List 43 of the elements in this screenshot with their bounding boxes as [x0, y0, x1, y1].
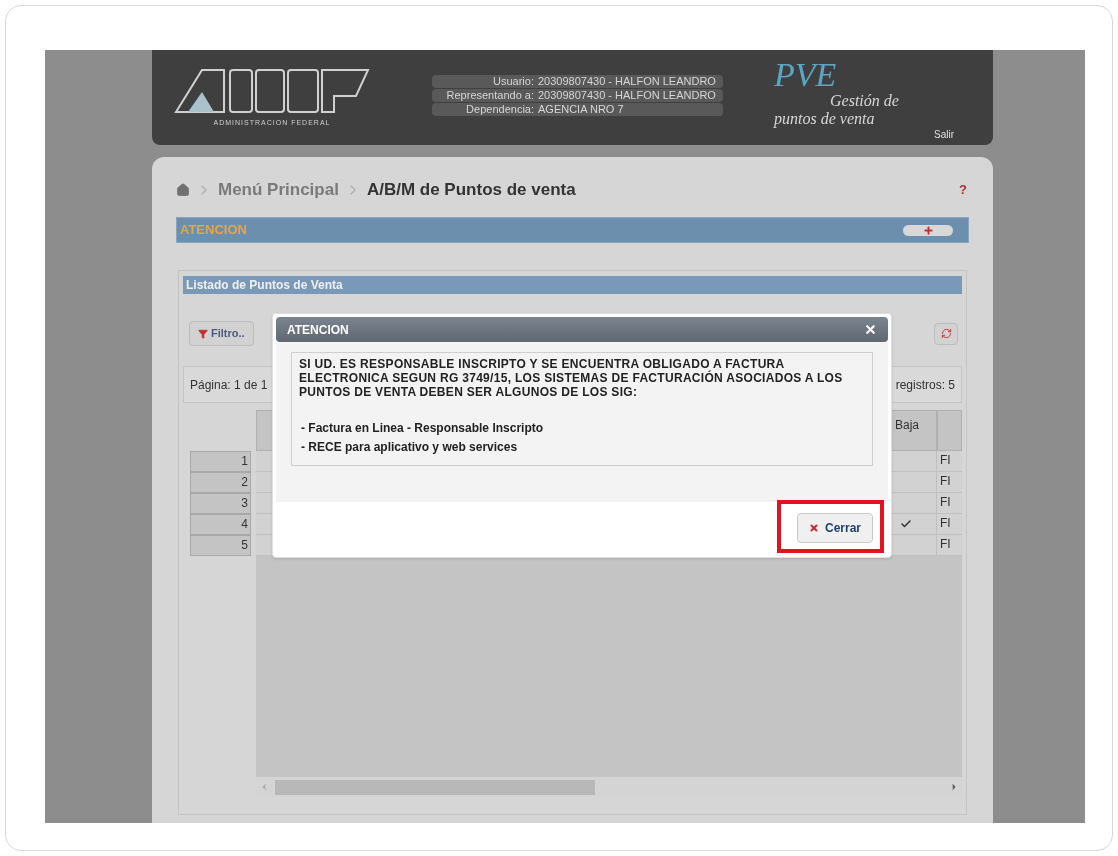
- scroll-right-icon[interactable]: [949, 782, 959, 792]
- table-cell-text: FI: [939, 515, 952, 532]
- info-value: AGENCIA NRO 7: [538, 103, 624, 116]
- app-subtitle: Gestión de: [829, 92, 900, 110]
- logout-link[interactable]: Salir: [934, 127, 954, 142]
- close-icon[interactable]: [864, 323, 877, 336]
- row-number: 5: [190, 535, 251, 556]
- info-value: 20309807430 - HALFON LEANDRO: [538, 89, 716, 102]
- row-number: 4: [190, 514, 251, 535]
- help-link[interactable]: ?: [959, 180, 967, 200]
- page-title: A/B/M de Puntos de venta: [366, 179, 576, 202]
- table-cell-text: FI: [939, 473, 952, 490]
- dialog-title: ATENCION: [287, 321, 349, 339]
- breadcrumb-link[interactable]: Menú Principal: [218, 177, 339, 203]
- app-subtitle: puntos de venta: [774, 110, 876, 128]
- notice-title: ATENCION: [180, 221, 247, 240]
- list-item: - RECE para aplicativo y web services: [301, 440, 519, 454]
- listing-title: Listado de Puntos de Venta: [186, 277, 343, 294]
- table-cell-text: FI: [939, 494, 952, 511]
- table-cell-text: FI: [939, 536, 952, 553]
- list-item: - Factura en Linea - Responsable Inscripto: [301, 421, 545, 435]
- logo-icon: [174, 68, 370, 114]
- info-label: Usuario:: [492, 75, 535, 88]
- row-number: 3: [190, 493, 251, 514]
- close-icon: [808, 523, 819, 533]
- refresh-icon: [940, 328, 952, 339]
- row-number: 2: [190, 472, 251, 493]
- app-name: PVE: [774, 58, 838, 92]
- filter-icon: [198, 328, 208, 339]
- dialog-message: SI UD. ES RESPONSABLE INSCRIPTO Y SE ENCUENTRA OBLIGADO A FACTURA ELECTRONICA SEGUN RG 3749/15, LOS SISTEMAS DE FACTURACIÓN ASOCIADOS A LOS PUNTOS DE VENTA DEBEN SER ALGUNOS DE LOS SIG:: [299, 357, 844, 399]
- row-number: 1: [190, 451, 251, 472]
- pager-text: Página: 1 de 1: [190, 376, 268, 394]
- record-count: registros: 5: [895, 376, 955, 394]
- expand-toggle[interactable]: [903, 224, 953, 236]
- info-value: 20309807430 - HALFON LEANDRO: [538, 75, 716, 88]
- info-label: Dependencia:: [465, 103, 535, 116]
- info-label: Representando a:: [445, 89, 535, 102]
- close-button[interactable]: Cerrar: [796, 513, 873, 543]
- table-cell-text: FI: [939, 452, 952, 469]
- home-icon[interactable]: [176, 183, 190, 197]
- filter-button[interactable]: Filtro..: [189, 321, 254, 346]
- refresh-button[interactable]: [934, 322, 958, 345]
- plus-icon: [922, 224, 934, 236]
